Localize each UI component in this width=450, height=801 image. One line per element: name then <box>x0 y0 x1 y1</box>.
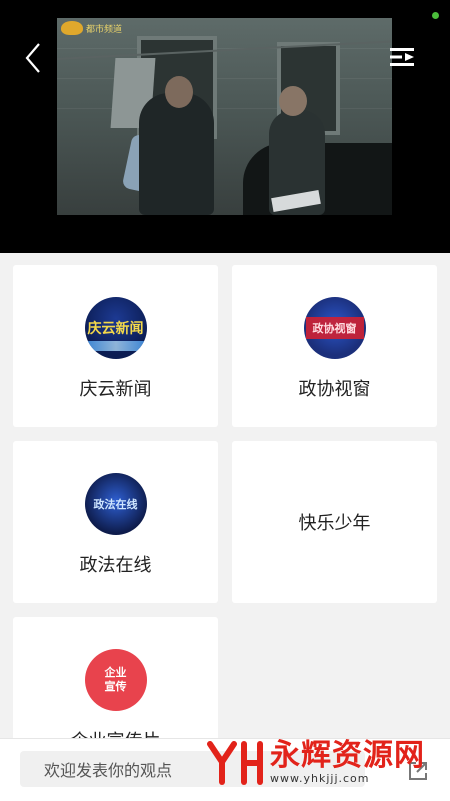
video-player[interactable]: 都市频道 <box>0 0 450 253</box>
back-button[interactable] <box>18 40 48 76</box>
thumbnail-text: 政协视窗 <box>312 322 357 335</box>
program-card-qingyun-news[interactable]: 庆云新闻 庆云新闻 <box>13 265 218 427</box>
program-label: 庆云新闻 <box>79 379 152 400</box>
program-card-cppcc-window[interactable]: 政协视窗 政协视窗 <box>232 265 437 427</box>
video-scene-person <box>139 93 214 215</box>
comment-placeholder: 欢迎发表你的观点 <box>44 761 173 780</box>
video-scene-rope <box>57 40 392 60</box>
share-button[interactable] <box>404 757 432 785</box>
thumbnail-text: 企业宣传 <box>104 666 127 693</box>
share-icon <box>409 762 427 780</box>
program-thumbnail: 庆云新闻 <box>84 297 147 359</box>
playlist-icon <box>390 48 414 66</box>
program-label: 政协视窗 <box>298 379 371 400</box>
playlist-button[interactable] <box>386 42 420 72</box>
thumbnail-text: 政法在线 <box>93 498 138 511</box>
program-card-happy-youth[interactable]: 快乐少年 <box>232 441 437 603</box>
program-thumbnail: 企业宣传 <box>84 649 147 711</box>
video-scene-head <box>279 86 307 116</box>
program-label: 政法在线 <box>79 555 152 576</box>
program-card-law-online[interactable]: 政法在线 政法在线 <box>13 441 218 603</box>
program-thumbnail: 政法在线 <box>84 473 147 535</box>
channel-logo: 都市频道 <box>61 20 122 36</box>
program-label: 快乐少年 <box>298 513 371 534</box>
program-thumbnail: 政协视窗 <box>303 297 366 359</box>
status-indicator-dot <box>432 12 439 19</box>
chevron-left-icon <box>25 43 40 73</box>
thumbnail-text: 庆云新闻 <box>87 321 144 337</box>
comment-input[interactable]: 欢迎发表你的观点 <box>20 751 365 787</box>
video-scene-head <box>165 76 193 108</box>
video-frame[interactable]: 都市频道 <box>57 18 392 215</box>
channel-logo-icon <box>61 21 83 35</box>
channel-logo-text: 都市频道 <box>86 24 123 35</box>
comment-bar: 欢迎发表你的观点 <box>0 738 450 801</box>
